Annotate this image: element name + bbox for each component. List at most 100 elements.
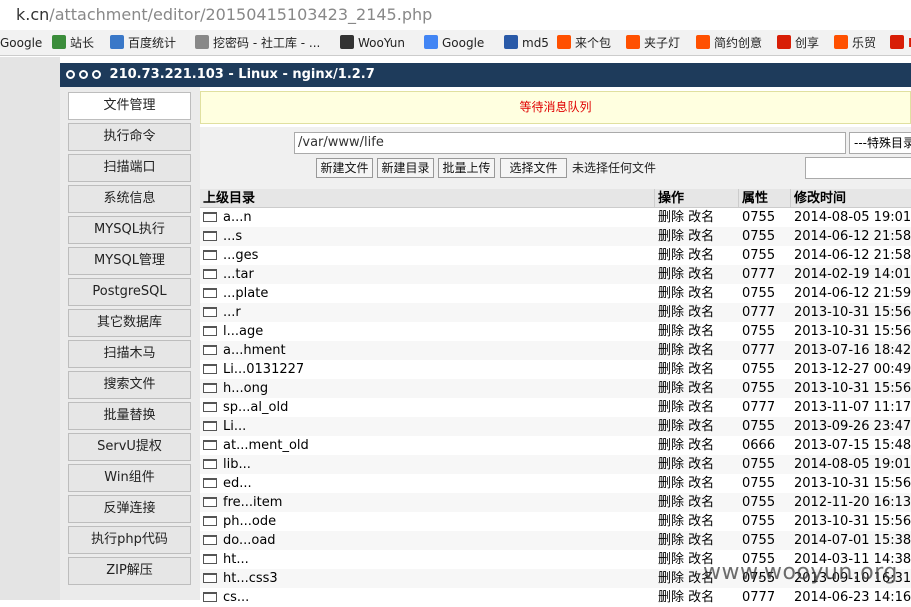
row-actions[interactable]: 删除 改名 <box>655 303 739 322</box>
row-permissions[interactable]: 0755 <box>739 246 791 265</box>
file-name-cell[interactable]: ph...ode <box>200 512 655 531</box>
bookmark-item[interactable]: md5 <box>504 34 549 52</box>
new-file-button[interactable]: 新建文件 <box>316 158 373 178</box>
bookmark-item[interactable]: 简约创意 <box>696 34 762 52</box>
file-name-cell[interactable]: sp...al_old <box>200 398 655 417</box>
row-actions[interactable]: 删除 改名 <box>655 341 739 360</box>
file-name-cell[interactable]: l...age <box>200 322 655 341</box>
row-modified-time[interactable]: 2013-10-31 15:56 <box>791 322 911 341</box>
file-name[interactable]: ...s <box>223 229 242 244</box>
row-permissions[interactable]: 0777 <box>739 341 791 360</box>
row-actions[interactable]: 删除 改名 <box>655 246 739 265</box>
file-name[interactable]: Li...0131227 <box>223 362 304 377</box>
file-name-cell[interactable]: ht... <box>200 550 655 569</box>
row-permissions[interactable]: 0755 <box>739 227 791 246</box>
file-name[interactable]: lib... <box>223 457 251 472</box>
row-modified-time[interactable]: 2014-02-19 14:01 <box>791 265 911 284</box>
row-modified-time[interactable]: 2013-10-31 15:56 <box>791 474 911 493</box>
row-permissions[interactable]: 0755 <box>739 512 791 531</box>
circle-control-icon[interactable] <box>92 70 101 79</box>
file-name[interactable]: ht...css3 <box>223 571 278 586</box>
row-actions[interactable]: 删除 改名 <box>655 379 739 398</box>
row-actions[interactable]: 删除 改名 <box>655 284 739 303</box>
sidebar-item[interactable]: PostgreSQL <box>68 278 191 306</box>
row-actions[interactable]: 删除 改名 <box>655 588 739 607</box>
sidebar-item[interactable]: MYSQL管理 <box>68 247 191 275</box>
row-actions[interactable]: 删除 改名 <box>655 474 739 493</box>
file-name-cell[interactable]: ...plate <box>200 284 655 303</box>
row-permissions[interactable]: 0777 <box>739 398 791 417</box>
row-actions[interactable]: 删除 改名 <box>655 436 739 455</box>
bookmark-item[interactable]: Google <box>424 34 484 52</box>
bookmark-item[interactable]: 夹子灯 <box>626 34 680 52</box>
file-name-cell[interactable]: ht...css3 <box>200 569 655 588</box>
row-actions[interactable]: 删除 改名 <box>655 512 739 531</box>
file-name-cell[interactable]: a...hment <box>200 341 655 360</box>
row-permissions[interactable]: 0755 <box>739 455 791 474</box>
file-name-cell[interactable]: Li... <box>200 417 655 436</box>
extra-input[interactable] <box>805 157 911 179</box>
row-permissions[interactable]: 0755 <box>739 284 791 303</box>
row-permissions[interactable]: 0777 <box>739 588 791 607</box>
file-name-cell[interactable]: fre...item <box>200 493 655 512</box>
file-name[interactable]: ...plate <box>223 286 268 301</box>
row-permissions[interactable]: 0755 <box>739 493 791 512</box>
file-name-cell[interactable]: a...n <box>200 208 655 227</box>
row-modified-time[interactable]: 2014-08-05 19:01 <box>791 208 911 227</box>
bookmark-item[interactable]: 挖密码 - 社工库 - ... <box>195 34 320 52</box>
row-modified-time[interactable]: 2013-10-31 15:56 <box>791 303 911 322</box>
row-permissions[interactable]: 0755 <box>739 531 791 550</box>
row-actions[interactable]: 删除 改名 <box>655 322 739 341</box>
file-name[interactable]: cs... <box>223 590 249 605</box>
sidebar-item[interactable]: ServU提权 <box>68 433 191 461</box>
sidebar-item[interactable]: 其它数据库 <box>68 309 191 337</box>
header-parent-dir[interactable]: 上级目录 <box>200 189 655 208</box>
bookmark-item[interactable]: 创享 <box>777 34 819 52</box>
row-actions[interactable]: 删除 改名 <box>655 398 739 417</box>
row-modified-time[interactable]: 2014-06-12 21:58 <box>791 246 911 265</box>
row-modified-time[interactable]: 2013-09-26 23:47 <box>791 417 911 436</box>
file-name-cell[interactable]: ed... <box>200 474 655 493</box>
sidebar-item[interactable]: 执行命令 <box>68 123 191 151</box>
file-name[interactable]: ...r <box>223 305 241 320</box>
file-name-cell[interactable]: ...ges <box>200 246 655 265</box>
row-actions[interactable]: 删除 改名 <box>655 531 739 550</box>
row-modified-time[interactable]: 2014-08-05 19:01 <box>791 455 911 474</box>
file-name-cell[interactable]: h...ong <box>200 379 655 398</box>
row-permissions[interactable]: 0755 <box>739 322 791 341</box>
row-permissions[interactable]: 0755 <box>739 360 791 379</box>
row-actions[interactable]: 删除 改名 <box>655 455 739 474</box>
file-name[interactable]: ht... <box>223 552 249 567</box>
sidebar-item[interactable]: 系统信息 <box>68 185 191 213</box>
file-name-cell[interactable]: at...ment_old <box>200 436 655 455</box>
row-permissions[interactable]: 0755 <box>739 379 791 398</box>
file-name-cell[interactable]: do...oad <box>200 531 655 550</box>
file-name[interactable]: ...ges <box>223 248 258 263</box>
row-permissions[interactable]: 0755 <box>739 417 791 436</box>
file-name-cell[interactable]: cs... <box>200 588 655 607</box>
batch-upload-button[interactable]: 批量上传 <box>438 158 495 178</box>
row-actions[interactable]: 删除 改名 <box>655 493 739 512</box>
file-name[interactable]: Li... <box>223 419 246 434</box>
row-modified-time[interactable]: 2014-06-23 14:16 <box>791 588 911 607</box>
bookmark-item[interactable]: Google <box>0 34 42 52</box>
file-name-cell[interactable]: ...s <box>200 227 655 246</box>
bookmark-item[interactable]: 站长 <box>52 34 94 52</box>
sidebar-item[interactable]: 反弹连接 <box>68 495 191 523</box>
sidebar-item[interactable]: ZIP解压 <box>68 557 191 585</box>
sidebar-item[interactable]: MYSQL执行 <box>68 216 191 244</box>
file-name-cell[interactable]: Li...0131227 <box>200 360 655 379</box>
row-permissions[interactable]: 0755 <box>739 474 791 493</box>
sidebar-item[interactable]: Win组件 <box>68 464 191 492</box>
row-permissions[interactable]: 0755 <box>739 208 791 227</box>
file-name[interactable]: at...ment_old <box>223 438 309 453</box>
file-name[interactable]: h...ong <box>223 381 268 396</box>
sidebar-item[interactable]: 批量替换 <box>68 402 191 430</box>
file-name[interactable]: a...hment <box>223 343 286 358</box>
row-permissions[interactable]: 0777 <box>739 303 791 322</box>
bookmark-item[interactable]: 来个包 <box>557 34 611 52</box>
row-actions[interactable]: 删除 改名 <box>655 208 739 227</box>
address-bar[interactable]: k.cn/attachment/editor/20150415103423_21… <box>0 0 911 30</box>
choose-file-button[interactable]: 选择文件 <box>500 158 567 178</box>
sidebar-item[interactable]: 文件管理 <box>68 92 191 120</box>
